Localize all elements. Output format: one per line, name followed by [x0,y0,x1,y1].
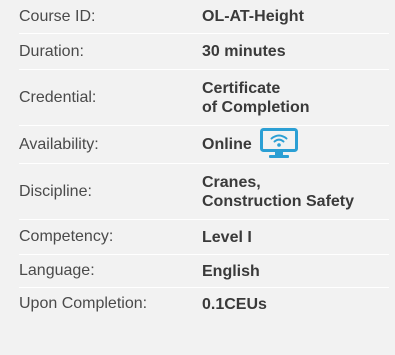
detail-value: 0.1CEUs [202,295,267,314]
detail-row-availability: Availability: Online [19,126,389,164]
detail-value-line: OL-AT-Height [202,8,304,25]
detail-value-line: 0.1CEUs [202,295,267,313]
detail-row-duration: Duration: 30 minutes [19,34,389,70]
detail-label: Credential: [19,88,97,106]
detail-value-line: Cranes, [202,173,261,191]
detail-label: Duration: [19,42,84,60]
detail-value-line: English [202,262,260,280]
detail-label: Availability: [19,135,99,153]
detail-row-course-id: Course ID: OL-AT-Height [19,0,389,34]
detail-label: Language: [19,262,95,279]
detail-label: Competency: [19,228,114,245]
detail-value: Level I [202,228,252,247]
detail-value-line: 30 minutes [202,43,286,60]
course-details-table: Course ID: OL-AT-Height Duration: 30 min… [19,0,389,320]
detail-value-line: Construction Safety [202,192,355,210]
detail-value: OL-AT-Height [202,7,304,26]
wifi-monitor-icon [259,128,298,159]
detail-value-line: of Completion [202,98,310,116]
detail-row-upon-completion: Upon Completion: 0.1CEUs [19,288,389,320]
detail-label: Course ID: [19,7,96,25]
detail-row-discipline: Discipline: Cranes, Construction Safety [19,164,389,220]
detail-row-language: Language: English [19,255,389,288]
detail-value-line: Certificate [202,79,281,97]
detail-label: Discipline: [19,182,92,200]
detail-value: English [202,262,260,281]
detail-value: Online [202,128,298,160]
detail-label: Upon Completion: [19,295,148,312]
detail-value-line: Level I [202,228,252,246]
detail-value: Certificate of Completion [202,79,310,117]
detail-value-line: Online [202,136,252,153]
detail-row-competency: Competency: Level I [19,220,389,255]
detail-value: 30 minutes [202,42,286,61]
detail-row-credential: Credential: Certificate of Completion [19,70,389,126]
detail-value: Cranes, Construction Safety [202,173,354,211]
